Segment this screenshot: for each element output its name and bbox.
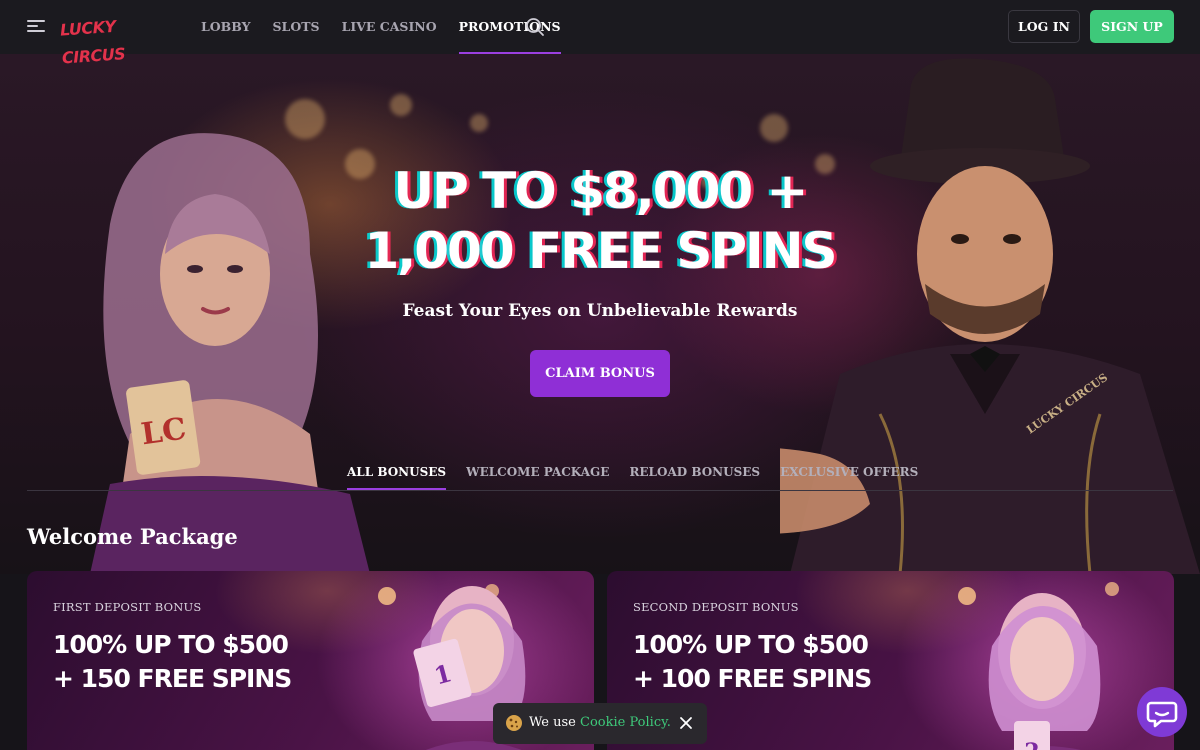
nav-slots[interactable]: SLOTS	[273, 0, 320, 54]
card-title-line1: 100% UP TO $500	[53, 630, 289, 659]
tab-all-bonuses[interactable]: ALL BONUSES	[347, 454, 447, 490]
nav-live-casino[interactable]: LIVE CASINO	[342, 0, 437, 54]
cookie-prefix: We use	[529, 715, 580, 730]
card-title: 100% UP TO $500 + 100 FREE SPINS	[633, 628, 872, 696]
hero-subtitle: Feast Your Eyes on Unbelievable Rewards	[402, 301, 798, 321]
search-icon[interactable]	[525, 17, 545, 37]
card-title-line2: + 150 FREE SPINS	[53, 664, 292, 693]
hero-banner: LC LUCKY CIRCUS UP TO $8,000 + 1,000 FRE…	[0, 54, 1200, 574]
card-label: FIRST DEPOSIT BONUS	[53, 600, 202, 614]
card-title-line1: 100% UP TO $500	[633, 630, 869, 659]
woman-card-text: LC	[139, 411, 188, 452]
tab-reload-bonuses[interactable]: RELOAD BONUSES	[629, 454, 760, 490]
chat-button[interactable]	[1137, 687, 1187, 737]
signup-button[interactable]: SIGN UP	[1090, 10, 1174, 43]
cookie-banner: We use Cookie Policy.	[493, 703, 707, 744]
tabs-divider	[27, 490, 1173, 491]
chat-icon	[1146, 701, 1178, 728]
nav-lobby[interactable]: LOBBY	[201, 0, 251, 54]
cookie-icon	[506, 715, 522, 731]
cookie-policy-link[interactable]: Cookie Policy.	[580, 715, 671, 730]
hero-title-line1: UP TO $8,000 +	[393, 162, 809, 220]
menu-icon[interactable]	[27, 18, 47, 34]
logo[interactable]: LUCKY CIRCUS	[59, 9, 165, 68]
tab-welcome-package[interactable]: WELCOME PACKAGE	[466, 454, 609, 490]
card-number-text: 2	[1024, 739, 1039, 750]
card-title-line2: + 100 FREE SPINS	[633, 664, 872, 693]
nav-promotions[interactable]: PROMOTIONS	[458, 0, 561, 54]
section-title: Welcome Package	[27, 524, 238, 549]
hero-title-line2: 1,000 FREE SPINS	[364, 222, 837, 280]
card-illustration: 2	[958, 582, 1119, 750]
top-header: LUCKY CIRCUS LOBBY SLOTS LIVE CASINO PRO…	[0, 0, 1200, 68]
bonus-tabs: ALL BONUSES WELCOME PACKAGE RELOAD BONUS…	[347, 454, 938, 490]
hero-title: UP TO $8,000 + 1,000 FREE SPINS	[0, 161, 1200, 281]
card-label: SECOND DEPOSIT BONUS	[633, 600, 799, 614]
close-icon[interactable]	[678, 715, 694, 731]
card-title: 100% UP TO $500 + 150 FREE SPINS	[53, 628, 292, 696]
cookie-text: We use Cookie Policy.	[529, 715, 671, 730]
claim-bonus-button[interactable]: CLAIM BONUS	[530, 350, 670, 397]
tab-exclusive-offers[interactable]: EXCLUSIVE OFFERS	[780, 454, 918, 490]
login-button[interactable]: LOG IN	[1008, 10, 1080, 43]
